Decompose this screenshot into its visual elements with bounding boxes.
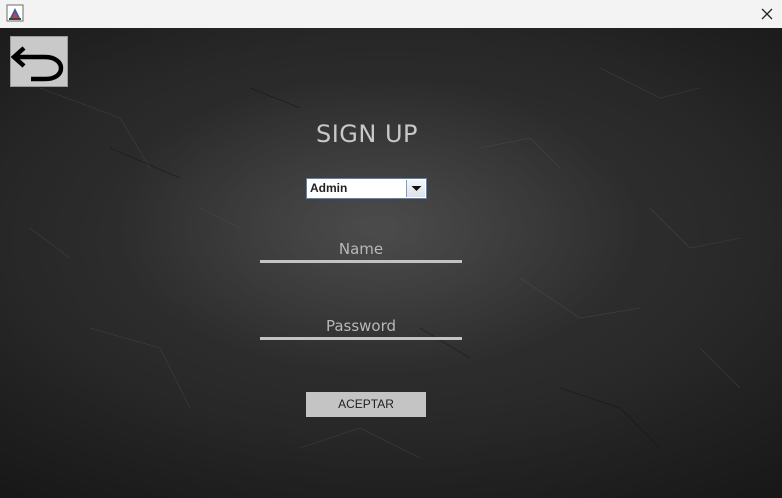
role-dropdown-toggle[interactable] [406,180,425,197]
name-field[interactable]: Name [260,240,462,258]
name-field-underline [260,260,462,263]
password-field[interactable]: Password [260,317,462,335]
title-bar[interactable] [0,0,782,28]
role-dropdown[interactable]: Admin [306,178,427,199]
page-title: SIGN UP [315,120,419,148]
undo-arrow-icon [11,46,64,82]
password-field-underline [260,337,462,340]
app-window: SIGN UP Admin Name Password ACEPTAR [0,0,782,498]
java-app-icon [6,4,24,22]
back-button[interactable] [10,36,68,87]
role-dropdown-value: Admin [310,181,348,195]
close-button[interactable] [752,0,782,28]
main-panel: SIGN UP Admin Name Password ACEPTAR [0,28,782,498]
chevron-down-icon [411,186,422,191]
close-icon [761,8,773,20]
background-texture [29,67,741,459]
accept-button[interactable]: ACEPTAR [306,392,426,417]
